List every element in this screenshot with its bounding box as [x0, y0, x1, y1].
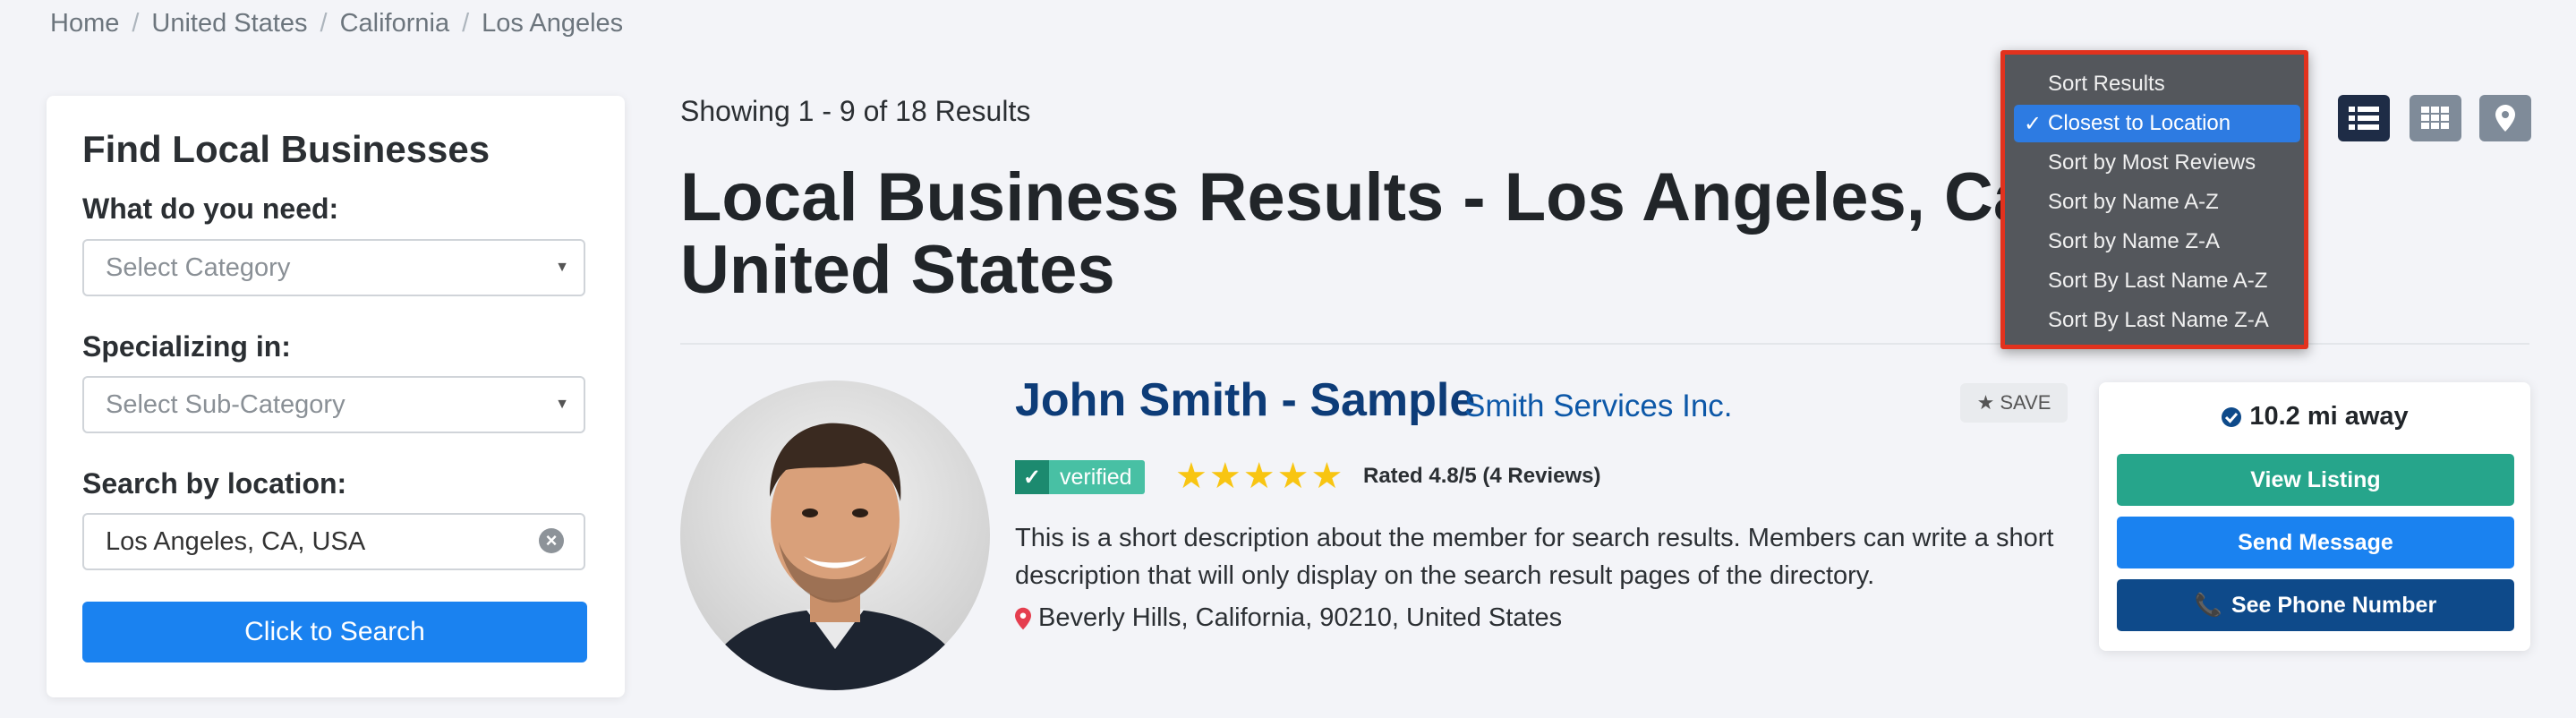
sort-option-label: Sort Results [2048, 72, 2165, 96]
subcategory-label: Specializing in: [82, 330, 291, 363]
map-pin-icon [2495, 105, 2515, 132]
star-icon: ★ [1976, 391, 1995, 414]
breadcrumb-separator: / [320, 8, 328, 38]
sort-option-most-reviews[interactable]: Sort by Most Reviews [2014, 144, 2300, 182]
sort-option-lastname-az[interactable]: Sort By Last Name A-Z [2014, 262, 2300, 300]
breadcrumb-home[interactable]: Home [50, 9, 119, 38]
see-phone-label: See Phone Number [2231, 592, 2437, 618]
star-icon: ★ [1175, 457, 1207, 496]
breadcrumb-state[interactable]: California [340, 9, 450, 38]
verified-check-icon [2222, 406, 2242, 427]
sort-option-label: Sort by Name Z-A [2048, 229, 2221, 253]
save-label: SAVE [2000, 391, 2051, 414]
phone-icon: 📞 [2194, 592, 2222, 618]
rating-stars: ★ ★ ★ ★ ★ [1175, 457, 1343, 496]
verified-label: verified [1060, 464, 1132, 490]
rating-text: Rated 4.8/5 (4 Reviews) [1363, 464, 1601, 488]
sort-option-label: Sort by Most Reviews [2048, 150, 2256, 175]
send-message-button[interactable]: Send Message [2117, 517, 2514, 568]
verified-badge: ✓ verified [1015, 460, 1145, 494]
star-icon: ★ [1310, 457, 1343, 496]
location-text: Beverly Hills, California, 90210, United… [1038, 603, 1563, 632]
breadcrumb: Home / United States / California / Los … [50, 5, 623, 41]
sort-option-closest[interactable]: ✓ Closest to Location [2014, 105, 2300, 142]
sidebar-title: Find Local Businesses [82, 128, 490, 170]
distance-text: 10.2 mi away [2249, 402, 2409, 431]
sort-option-name-za[interactable]: Sort by Name Z-A [2014, 223, 2300, 261]
sort-option-label: Sort by Name A-Z [2048, 190, 2219, 214]
search-sidebar: Find Local Businesses What do you need: … [47, 96, 625, 697]
search-button[interactable]: Click to Search [82, 602, 587, 662]
location-value: Los Angeles, CA, USA [106, 526, 366, 556]
distance: 10.2 mi away [2099, 402, 2530, 432]
subcategory-placeholder: Select Sub-Category [106, 389, 345, 419]
sort-option-lastname-za[interactable]: Sort By Last Name Z-A [2014, 302, 2300, 339]
star-icon: ★ [1276, 457, 1309, 496]
star-icon: ★ [1242, 457, 1275, 496]
category-label: What do you need: [82, 192, 339, 225]
member-description: This is a short description about the me… [1015, 524, 2054, 590]
location-input[interactable]: Los Angeles, CA, USA × [82, 513, 585, 570]
caret-down-icon: ▼ [555, 260, 569, 275]
sort-option-label: Closest to Location [2048, 111, 2231, 135]
category-select[interactable]: Select Category ▼ [82, 239, 585, 296]
category-placeholder: Select Category [106, 252, 291, 282]
avatar[interactable] [680, 380, 990, 690]
see-phone-button[interactable]: 📞 See Phone Number [2117, 579, 2514, 631]
list-view-icon [2349, 107, 2379, 130]
caret-down-icon: ▼ [555, 397, 569, 412]
results-count: Showing 1 - 9 of 18 Results [680, 95, 1031, 127]
star-icon: ★ [1208, 457, 1241, 496]
breadcrumb-separator: / [132, 8, 140, 38]
check-icon: ✓ [1015, 460, 1049, 494]
breadcrumb-separator: / [462, 8, 470, 38]
listing-actions-card: 10.2 mi away View Listing Send Message 📞… [2099, 382, 2530, 651]
clear-icon[interactable]: × [539, 528, 564, 553]
company-name[interactable]: Smith Services Inc. [1464, 389, 1733, 424]
list-view-button[interactable] [2338, 95, 2390, 141]
breadcrumb-city: Los Angeles [482, 8, 624, 38]
map-marker-icon [1015, 607, 1031, 629]
view-listing-button[interactable]: View Listing [2117, 454, 2514, 506]
sort-option-name-az[interactable]: Sort by Name A-Z [2014, 184, 2300, 221]
sort-option-label: Sort By Last Name A-Z [2048, 269, 2268, 293]
sort-option-label: Sort By Last Name Z-A [2048, 308, 2269, 332]
check-icon: ✓ [2024, 111, 2043, 136]
grid-view-icon [2421, 107, 2449, 129]
member-location: Beverly Hills, California, 90210, United… [1015, 603, 1562, 633]
sort-dropdown-menu: Sort Results ✓ Closest to Location Sort b… [2000, 50, 2308, 349]
save-button[interactable]: ★ SAVE [1960, 383, 2068, 423]
subcategory-select[interactable]: Select Sub-Category ▼ [82, 376, 585, 433]
location-label: Search by location: [82, 467, 347, 500]
member-name[interactable]: John Smith - Sample [1015, 373, 1475, 427]
grid-view-button[interactable] [2410, 95, 2461, 141]
map-view-button[interactable] [2479, 95, 2531, 141]
breadcrumb-country[interactable]: United States [151, 9, 307, 38]
sort-option-results[interactable]: Sort Results [2014, 65, 2300, 103]
